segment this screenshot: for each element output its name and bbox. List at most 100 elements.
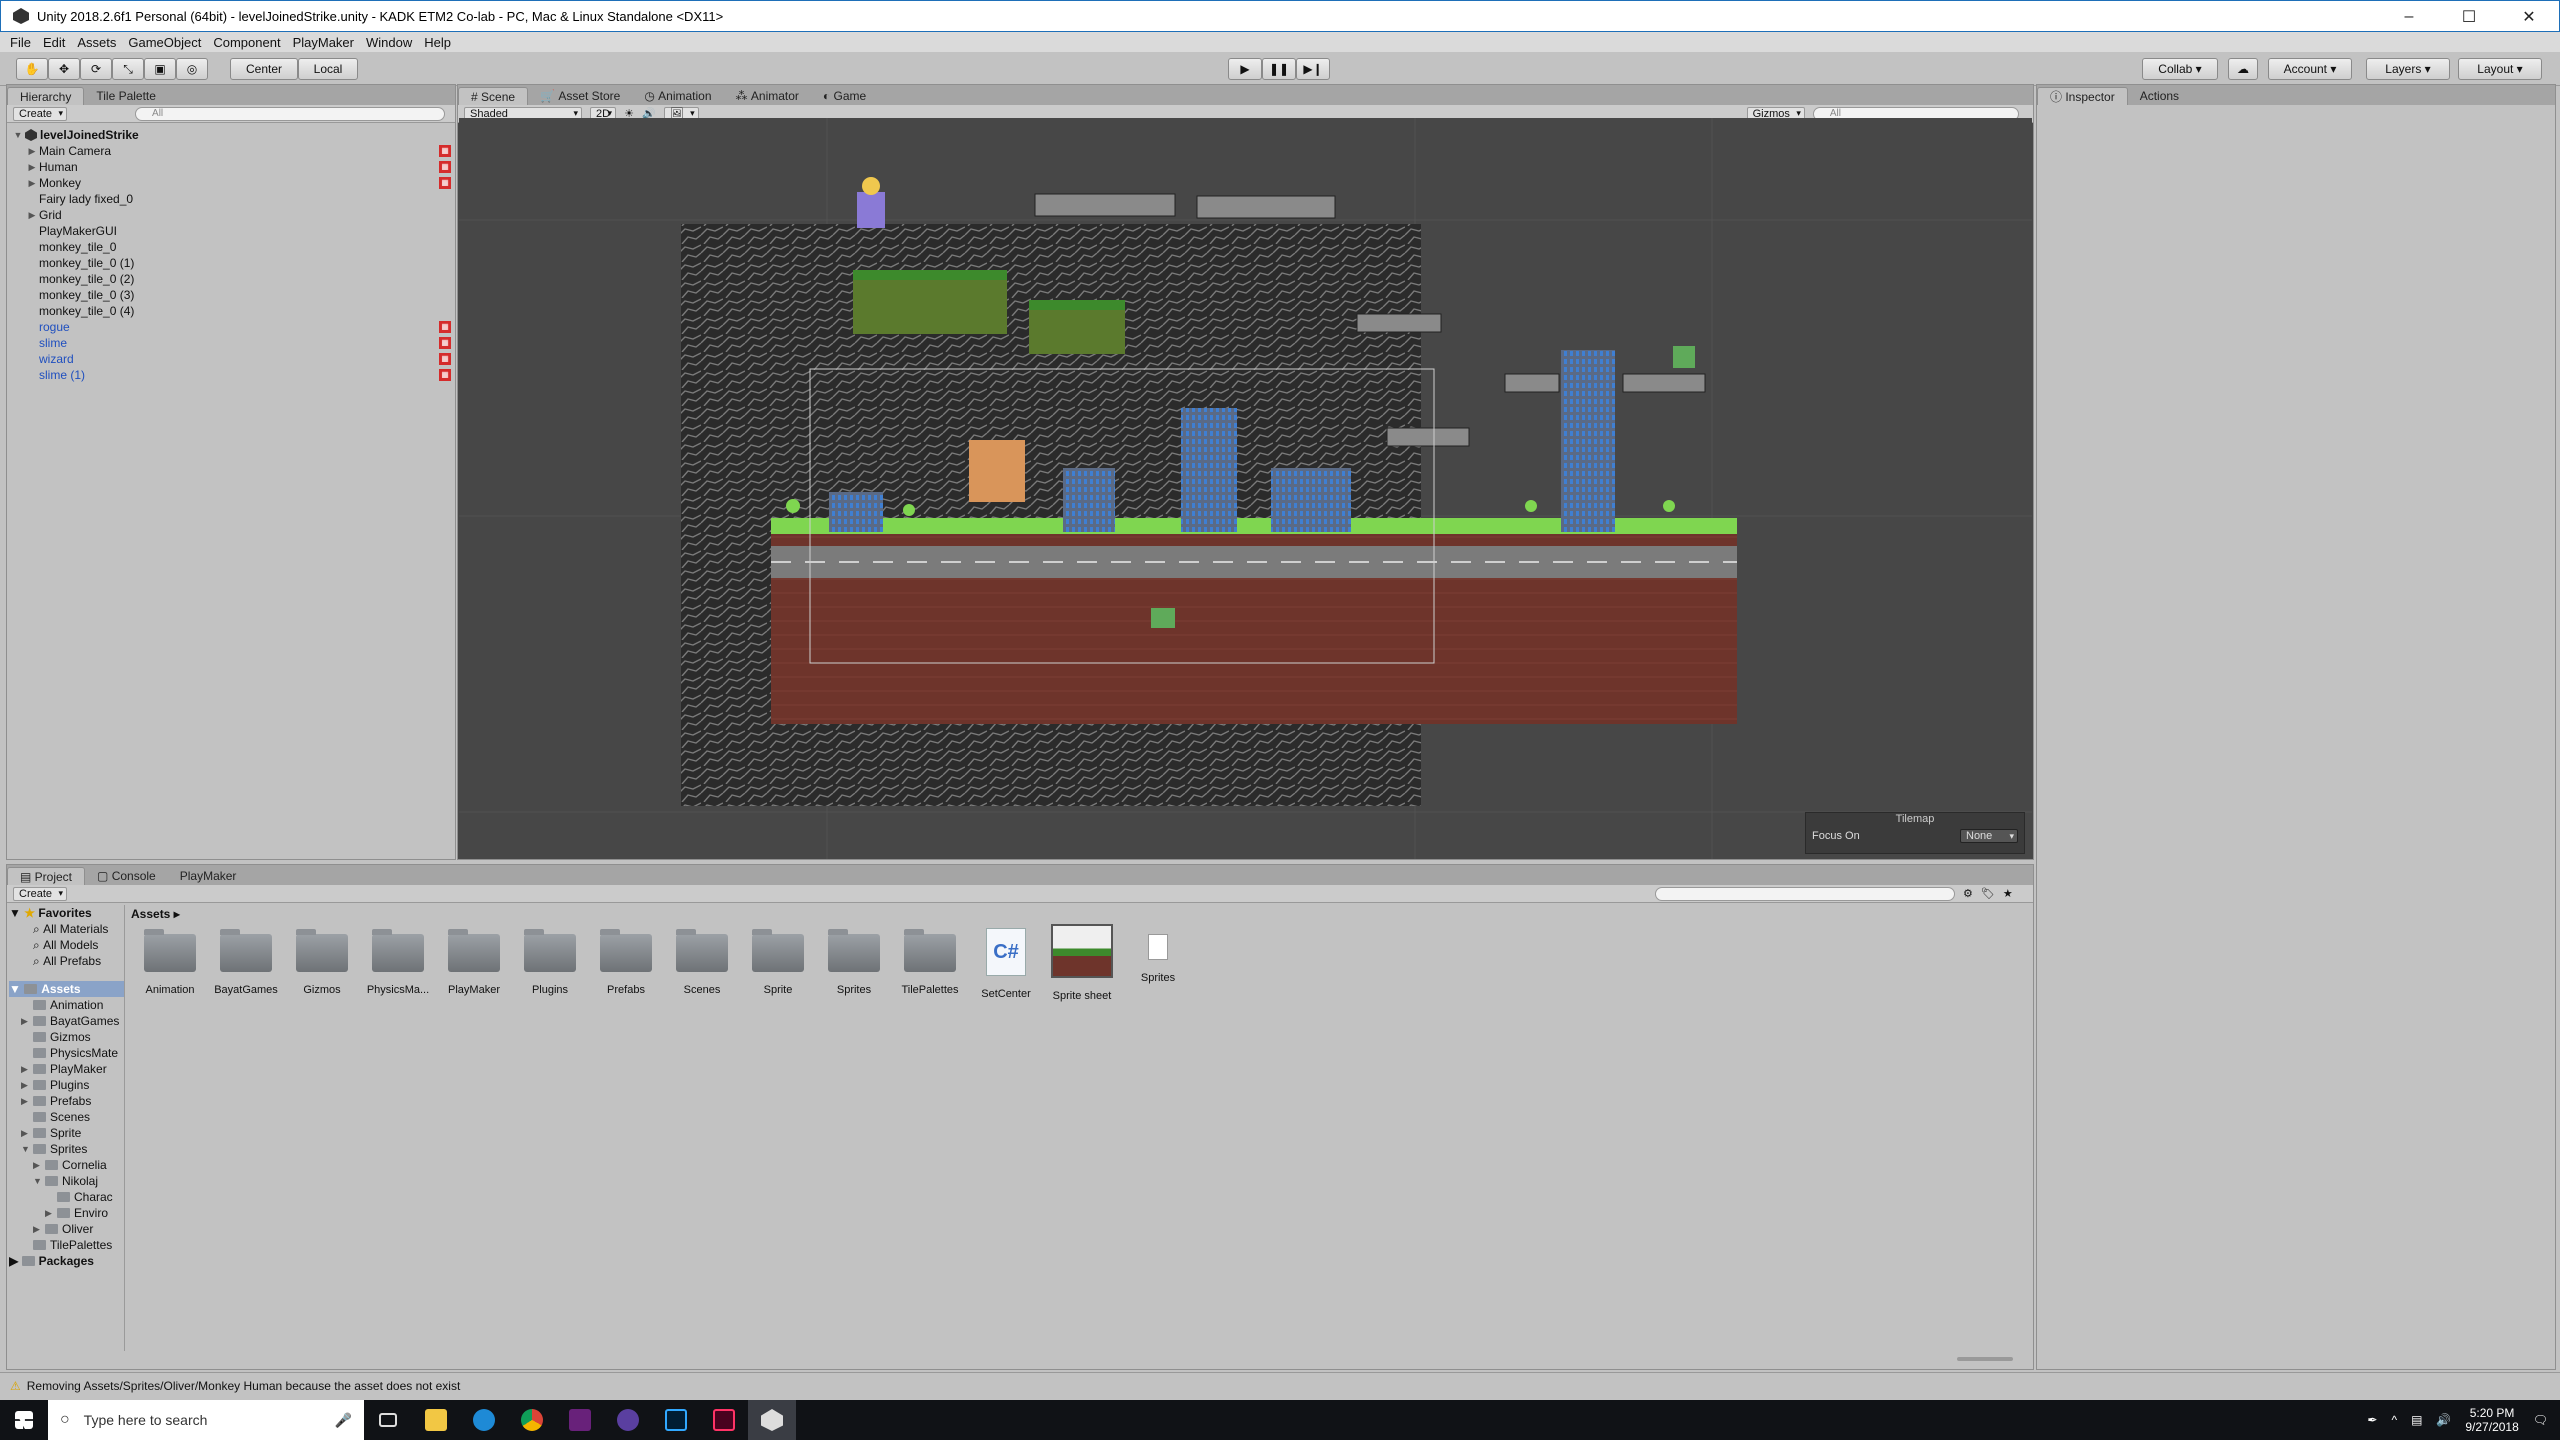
task-view-icon[interactable] [364,1400,412,1440]
project-tree-folder[interactable]: ▶ Sprite [9,1125,124,1141]
hierarchy-item[interactable]: ▶ Grid [11,207,455,223]
menu-edit[interactable]: Edit [43,35,65,50]
tab-console[interactable]: ▢ Console [85,867,168,885]
playmaker-fsm-icon[interactable]: ▦ [439,353,451,365]
menu-file[interactable]: File [10,35,31,50]
project-tree-folder[interactable]: ▼ Nikolaj [9,1173,124,1189]
pivot-local-button[interactable]: Local [298,58,358,80]
breadcrumb-assets[interactable]: Assets [131,907,170,921]
rect-tool-icon[interactable]: ▣ [144,58,176,80]
menu-window[interactable]: Window [366,35,412,50]
scale-tool-icon[interactable]: ⤡ [112,58,144,80]
collab-dropdown[interactable]: Collab ▾ [2142,58,2218,80]
expand-arrow-icon[interactable]: ▶ [45,1208,57,1219]
asset-item[interactable]: Sprites [1120,934,1196,984]
clock[interactable]: 5:20 PM 9/27/2018 [2465,1406,2518,1434]
play-button[interactable]: ▶ [1228,58,1262,80]
hierarchy-item[interactable]: PlayMakerGUI [11,223,455,239]
asset-item[interactable]: BayatGames [208,929,284,996]
playmaker-fsm-icon[interactable]: ▦ [439,369,451,381]
asset-item[interactable]: Scenes [664,929,740,996]
asset-item[interactable]: Sprite sheet [1044,924,1120,1002]
tab-tile-palette[interactable]: Tile Palette [84,87,168,105]
expand-arrow-icon[interactable]: ▶ [25,178,39,189]
project-create-dropdown[interactable]: Create [13,886,68,901]
project-tree-folder[interactable]: ▼ Sprites [9,1141,124,1157]
pen-icon[interactable]: ✒ [2367,1413,2377,1427]
hierarchy-item[interactable]: monkey_tile_0 [11,239,455,255]
hierarchy-item[interactable]: monkey_tile_0 (3) [11,287,455,303]
tab-animation[interactable]: ◷ Animation [632,87,723,105]
tab-actions[interactable]: Actions [2128,87,2191,105]
asset-item[interactable]: PhysicsMa... [360,929,436,996]
project-search-input[interactable] [1655,886,1956,901]
tray-chevron-icon[interactable]: ^ [2391,1413,2397,1427]
hierarchy-item[interactable]: monkey_tile_0 (1) [11,255,455,271]
notification-icon[interactable]: 🗨 [2533,1413,2548,1427]
menu-component[interactable]: Component [213,35,280,50]
hierarchy-item[interactable]: ▶ Human ▦ [11,159,455,175]
cloud-icon[interactable]: ☁ [2228,58,2258,80]
expand-arrow-icon[interactable]: ▶ [21,1064,33,1075]
hierarchy-search-input[interactable]: All [135,106,446,121]
file-explorer-icon[interactable] [412,1400,460,1440]
playmaker-fsm-icon[interactable]: ▦ [439,177,451,189]
media-app-icon[interactable] [604,1400,652,1440]
hierarchy-item[interactable]: slime (1) ▦ [11,367,455,383]
project-tree-folder[interactable]: ▶ BayatGames [9,1013,124,1029]
maximize-button[interactable]: ☐ [2439,1,2499,33]
pivot-center-button[interactable]: Center [230,58,298,80]
chrome-icon[interactable] [508,1400,556,1440]
project-tree-folder[interactable]: Animation [9,997,124,1013]
close-button[interactable]: ✕ [2499,1,2559,33]
tab-animator[interactable]: ⁂ Animator [724,87,811,105]
tab-project[interactable]: ▤ Project [7,867,86,885]
tab-game[interactable]: ◐ Game [811,87,878,105]
project-tree-folder[interactable]: TilePalettes [9,1237,124,1253]
asset-item[interactable]: C# SetCenter [968,928,1044,1000]
expand-arrow-icon[interactable]: ▶ [21,1128,33,1139]
project-tree-folder[interactable]: ▶ Oliver [9,1221,124,1237]
edge-icon[interactable] [460,1400,508,1440]
asset-item[interactable]: Prefabs [588,929,664,996]
asset-item[interactable]: PlayMaker [436,929,512,996]
favorite-item[interactable]: ⌕ All Models [9,937,124,953]
hierarchy-item[interactable]: ▶ Monkey ▦ [11,175,455,191]
expand-arrow-icon[interactable]: ▼ [21,1144,33,1154]
tab-inspector[interactable]: ⓘ Inspector [2037,87,2128,105]
asset-item[interactable]: Sprites [816,929,892,996]
tab-playmaker[interactable]: PlayMaker [168,867,249,885]
menu-help[interactable]: Help [424,35,451,50]
filter-label-icon[interactable]: 🏷 [1981,887,1995,900]
visual-studio-icon[interactable] [556,1400,604,1440]
account-dropdown[interactable]: Account ▾ [2268,58,2352,80]
asset-item[interactable]: Animation [132,929,208,996]
rotate-tool-icon[interactable]: ⟳ [80,58,112,80]
project-tree-folder[interactable]: PhysicsMate [9,1045,124,1061]
hierarchy-item[interactable]: wizard ▦ [11,351,455,367]
indesign-icon[interactable] [700,1400,748,1440]
windows-start-icon[interactable] [0,1400,48,1440]
scene-root[interactable]: ▼ levelJoinedStrike [11,127,455,143]
playmaker-fsm-icon[interactable]: ▦ [439,145,451,157]
playmaker-fsm-icon[interactable]: ▦ [439,161,451,173]
expand-arrow-icon[interactable]: ▶ [25,210,39,221]
project-tree-folder[interactable]: ▶ Enviro [9,1205,124,1221]
step-button[interactable]: ▶❙ [1296,58,1330,80]
expand-arrow-icon[interactable]: ▶ [21,1016,33,1027]
filter-type-icon[interactable]: ⚙ [1963,887,1973,900]
tab-scene[interactable]: # Scene [458,87,529,105]
project-tree-folder[interactable]: Charac [9,1189,124,1205]
expand-arrow-icon[interactable]: ▶ [25,146,39,157]
favorite-star-icon[interactable]: ★ [2003,887,2013,900]
transform-tool-icon[interactable]: ◎ [176,58,208,80]
project-tree-folder[interactable]: Gizmos [9,1029,124,1045]
expand-arrow-icon[interactable]: ▶ [25,162,39,173]
expand-arrow-icon[interactable]: ▶ [33,1224,45,1235]
expand-arrow-icon[interactable]: ▶ [33,1160,45,1171]
pause-button[interactable]: ❚❚ [1262,58,1296,80]
menu-playmaker[interactable]: PlayMaker [293,35,354,50]
project-tree-folder[interactable]: ▶ Prefabs [9,1093,124,1109]
playmaker-fsm-icon[interactable]: ▦ [439,321,451,333]
asset-item[interactable]: Sprite [740,929,816,996]
